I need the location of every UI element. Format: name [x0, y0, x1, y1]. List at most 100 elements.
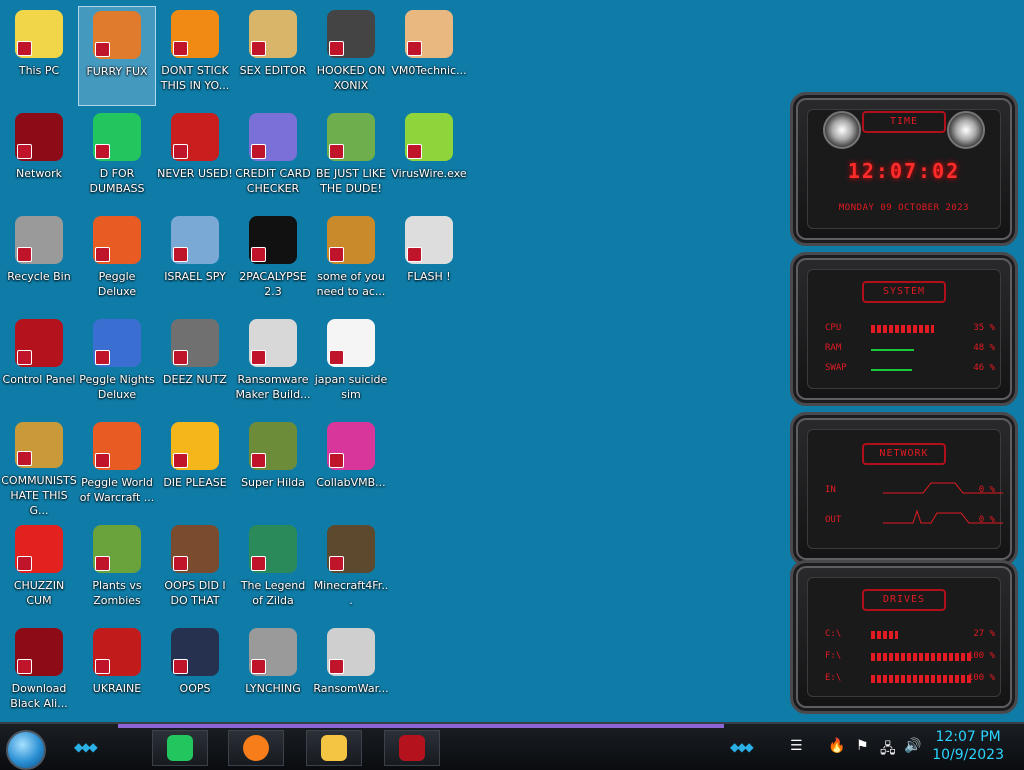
- desktop-icon-label: DIE PLEASE: [163, 476, 227, 489]
- swap-label: SWAP: [825, 363, 847, 373]
- flash-icon: [405, 216, 453, 264]
- taskbar-clock[interactable]: 12:07 PM 10/9/2023: [932, 728, 1004, 764]
- radiation-icon: [93, 628, 141, 676]
- desktop-icon-label: Download Black Ali...: [10, 682, 68, 710]
- shortcut-badge-icon: [251, 659, 266, 674]
- vlc-cone-icon: [171, 10, 219, 58]
- desktop-icon[interactable]: CREDIT CARD CHECKER: [234, 109, 312, 209]
- shortcut-badge-icon: [173, 247, 188, 262]
- tray-app-icon[interactable]: 🔥: [828, 738, 845, 754]
- desktop-icon[interactable]: DEEZ NUTZ: [156, 315, 234, 415]
- desktop-icon[interactable]: The Legend of Zilda: [234, 521, 312, 621]
- desktop-icon-label: UKRAINE: [92, 682, 142, 695]
- desktop-icon-label: CREDIT CARD CHECKER: [235, 167, 311, 195]
- desktop-icon[interactable]: CollabVMB...: [312, 418, 390, 518]
- desktop-icon[interactable]: 2PACALYPSE 2.3: [234, 212, 312, 312]
- shortcut-badge-icon: [173, 453, 188, 468]
- doctor-icon: [405, 10, 453, 58]
- swap-value: 46 %: [973, 363, 995, 373]
- desktop-icon[interactable]: FLASH !: [390, 212, 468, 312]
- desktop-icon-label: some of you need to ac...: [316, 270, 386, 298]
- desktop-icon[interactable]: ISRAEL SPY: [156, 212, 234, 312]
- desktop-icon[interactable]: COMMUNISTS HATE THIS G...: [0, 418, 78, 518]
- desktop-icon-label: Peggle Nights Deluxe: [79, 373, 155, 401]
- desktop-icon[interactable]: UKRAINE: [78, 624, 156, 724]
- desktop-icon-label: SEX EDITOR: [239, 64, 307, 77]
- desktop-icon-label: LYNCHING: [245, 682, 301, 695]
- desktop-icon[interactable]: Recycle Bin: [0, 212, 78, 312]
- desktop-icon-label: Peggle World of Warcraft ...: [79, 476, 155, 504]
- taskbar: ◆◆◆ ◆◆◆ ☰ 🔥 ⚑ 🖧 🔊 12:07 PM 10/9/2023: [0, 722, 1024, 770]
- desktop-icon[interactable]: DIE PLEASE: [156, 418, 234, 518]
- desktop-icon-label: Minecraft4Fr...: [313, 579, 389, 607]
- desktop-icon[interactable]: Peggle Nights Deluxe: [78, 315, 156, 415]
- start-orb-button[interactable]: [6, 730, 46, 770]
- desktop-icon[interactable]: SEX EDITOR: [234, 6, 312, 106]
- taskbar-app-discord[interactable]: [152, 730, 208, 766]
- firefox-icon: [243, 735, 269, 761]
- desktop-icon[interactable]: Ransomware Maker Build...: [234, 315, 312, 415]
- alien-logo-icon: [823, 111, 861, 149]
- portrait-icon: [171, 525, 219, 573]
- gadget-time: 12:07:02: [847, 159, 961, 183]
- noose-icon: [249, 628, 297, 676]
- taskbar-app-file-explorer[interactable]: [306, 730, 362, 766]
- desktop-icon-label: DEEZ NUTZ: [163, 373, 227, 386]
- network-icon: [15, 113, 63, 161]
- desktop-icon-label: Super Hilda: [241, 476, 305, 489]
- taskbar-app-control-panel[interactable]: [384, 730, 440, 766]
- desktop-icon[interactable]: Minecraft4Fr...: [312, 521, 390, 621]
- desktop-icon[interactable]: japan suicide sim: [312, 315, 390, 415]
- desktop-icon[interactable]: This PC: [0, 6, 78, 106]
- shortcut-badge-icon: [173, 350, 188, 365]
- stack-icon: [171, 319, 219, 367]
- desktop-icon-label: ISRAEL SPY: [164, 270, 226, 283]
- shortcut-badge-icon: [17, 41, 32, 56]
- swap-row: SWAP 46 %: [823, 363, 997, 377]
- desktop-icon-label: BE JUST LIKE THE DUDE!: [315, 167, 387, 195]
- desktop-icon[interactable]: NEVER USED!: [156, 109, 234, 209]
- desktop-icon[interactable]: OOPS DID I DO THAT: [156, 521, 234, 621]
- cpu-value: 35 %: [973, 323, 995, 333]
- desktop-icon[interactable]: DONT STICK THIS IN YO...: [156, 6, 234, 106]
- flag-icon[interactable]: ⚑: [856, 738, 869, 754]
- desktop-icon[interactable]: Super Hilda: [234, 418, 312, 518]
- desktop-icon[interactable]: Peggle World of Warcraft ...: [78, 418, 156, 518]
- shortcut-badge-icon: [95, 42, 110, 57]
- drive-row: E:\ 100 %: [823, 673, 997, 687]
- desktop-icon[interactable]: Plants vs Zombies: [78, 521, 156, 621]
- volume-icon[interactable]: 🔊: [904, 738, 921, 754]
- hxd-icon: [249, 10, 297, 58]
- network-tray-icon[interactable]: 🖧: [880, 738, 896, 762]
- network-title: NETWORK: [862, 443, 946, 465]
- desktop-icon[interactable]: VM0Technic...: [390, 6, 468, 106]
- shortcut-badge-icon: [329, 350, 344, 365]
- pixel-hero-icon: [249, 525, 297, 573]
- desktop-icon[interactable]: VirusWire.exe: [390, 109, 468, 209]
- desktop-icon-label: Ransomware Maker Build...: [235, 373, 311, 401]
- desktop-icon[interactable]: Network: [0, 109, 78, 209]
- desktop-icon[interactable]: LYNCHING: [234, 624, 312, 724]
- desktop-icon-label: D FOR DUMBASS: [89, 167, 145, 195]
- desktop-icon[interactable]: Control Panel: [0, 315, 78, 415]
- time-title: TIME: [862, 111, 946, 133]
- desktop-icon[interactable]: Download Black Ali...: [0, 624, 78, 724]
- desktop-icon-label: VirusWire.exe: [391, 167, 467, 180]
- desktop-icon[interactable]: D FOR DUMBASS: [78, 109, 156, 209]
- taskbar-app-firefox[interactable]: [228, 730, 284, 766]
- desktop-icon[interactable]: OOPS: [156, 624, 234, 724]
- desktop-icon-label: Network: [16, 167, 62, 180]
- desktop-icon[interactable]: FURRY FUX: [78, 6, 156, 106]
- desktop-icon[interactable]: BE JUST LIKE THE DUDE!: [312, 109, 390, 209]
- network-gadget: NETWORK IN 0 % OUT 0 %: [790, 412, 1018, 566]
- grass-block-icon: [327, 525, 375, 573]
- shortcut-badge-icon: [95, 659, 110, 674]
- desktop-icon[interactable]: RansomWar...: [312, 624, 390, 724]
- desktop-icon[interactable]: Peggle Deluxe: [78, 212, 156, 312]
- desktop-icon[interactable]: HOOKED ON XONIX: [312, 6, 390, 106]
- desktop-icon-label: VM0Technic...: [391, 64, 467, 77]
- desktop-icon[interactable]: some of you need to ac...: [312, 212, 390, 312]
- drive-value: 27 %: [973, 629, 995, 639]
- ram-bar: [871, 349, 915, 351]
- desktop-icon[interactable]: CHUZZIN CUM: [0, 521, 78, 621]
